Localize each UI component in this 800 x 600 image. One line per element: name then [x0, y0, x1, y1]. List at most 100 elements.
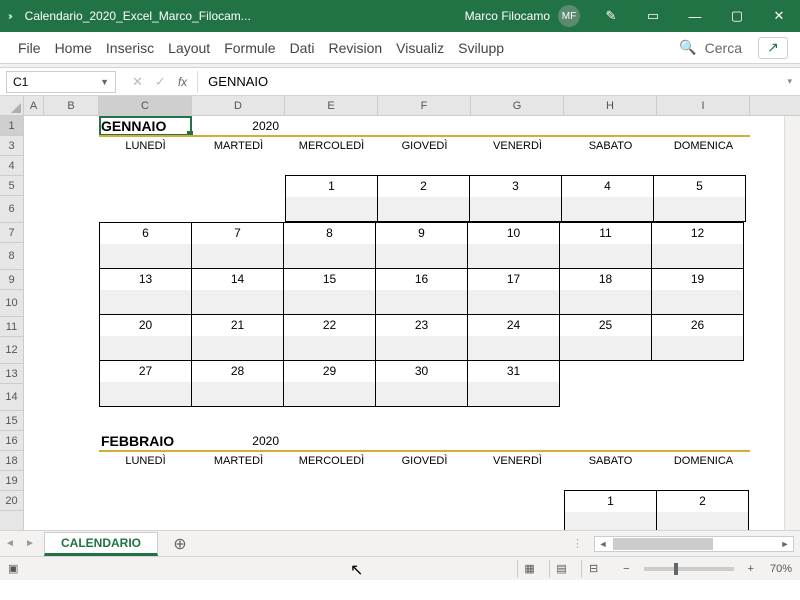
quick-access-overflow[interactable]: ››: [8, 11, 11, 22]
calendar-cell[interactable]: 19: [651, 268, 744, 315]
column-header[interactable]: A: [24, 96, 44, 115]
calendar-cell[interactable]: 4: [561, 175, 654, 222]
calendar-cell[interactable]: 20: [99, 314, 192, 361]
row-header[interactable]: 19: [0, 471, 23, 491]
ribbon-mode-icon[interactable]: ▭: [632, 0, 674, 32]
maximize-icon[interactable]: ▢: [716, 0, 758, 32]
pen-icon[interactable]: ✎: [590, 0, 632, 32]
calendar-cell[interactable]: 1: [564, 490, 657, 530]
tab-data[interactable]: Dati: [284, 40, 321, 56]
horizontal-scrollbar[interactable]: ◄ ►: [594, 536, 794, 552]
calendar-cell[interactable]: 22: [283, 314, 376, 361]
row-header[interactable]: 1: [0, 116, 23, 136]
calendar-cell[interactable]: 3: [469, 175, 562, 222]
scroll-left-icon[interactable]: ◄: [595, 539, 611, 549]
row-header[interactable]: 16: [0, 431, 23, 451]
expand-formula-icon[interactable]: ▾: [787, 76, 792, 87]
tab-layout[interactable]: Layout: [162, 40, 216, 56]
row-header[interactable]: 11: [0, 317, 23, 337]
sheet-nav-prev[interactable]: ◄: [0, 538, 20, 549]
row-header[interactable]: 15: [0, 411, 23, 431]
minimize-icon[interactable]: —: [674, 0, 716, 32]
scroll-right-icon[interactable]: ►: [777, 539, 793, 549]
search-box[interactable]: 🔍 Cerca: [679, 39, 742, 56]
row-header[interactable]: 6: [0, 196, 23, 223]
column-header[interactable]: C: [99, 96, 192, 115]
calendar-cell[interactable]: 10: [467, 222, 560, 269]
calendar-cell[interactable]: 8: [283, 222, 376, 269]
tab-home[interactable]: Home: [49, 40, 98, 56]
row-header[interactable]: 5: [0, 176, 23, 196]
select-all-corner[interactable]: [0, 96, 23, 116]
sheet-tab-splitter[interactable]: ⋮: [572, 537, 584, 550]
calendar-cell[interactable]: 1: [285, 175, 378, 222]
tab-view[interactable]: Visualiz: [390, 40, 450, 56]
row-header[interactable]: 3: [0, 136, 23, 156]
tab-file[interactable]: File: [12, 40, 47, 56]
calendar-cell[interactable]: 18: [559, 268, 652, 315]
calendar-cell[interactable]: 26: [651, 314, 744, 361]
row-header[interactable]: 14: [0, 384, 23, 411]
normal-view-icon[interactable]: ▦: [517, 560, 541, 578]
calendar-cell[interactable]: 2: [656, 490, 749, 530]
calendar-cell[interactable]: 15: [283, 268, 376, 315]
vertical-scrollbar[interactable]: [784, 116, 800, 530]
column-header[interactable]: I: [657, 96, 750, 115]
tab-developer[interactable]: Svilupp: [452, 40, 510, 56]
column-header[interactable]: G: [471, 96, 564, 115]
close-icon[interactable]: ✕: [758, 0, 800, 32]
zoom-out-button[interactable]: −: [623, 563, 629, 575]
calendar-cell[interactable]: 7: [191, 222, 284, 269]
calendar-cell[interactable]: 17: [467, 268, 560, 315]
formula-input[interactable]: GENNAIO ▾: [198, 74, 800, 89]
calendar-cell[interactable]: 31: [467, 360, 560, 407]
calendar-cell[interactable]: 24: [467, 314, 560, 361]
chevron-down-icon[interactable]: ▼: [100, 77, 109, 87]
zoom-level[interactable]: 70%: [770, 563, 792, 575]
accept-formula-icon[interactable]: ✓: [155, 74, 166, 90]
calendar-cell[interactable]: 6: [99, 222, 192, 269]
add-sheet-button[interactable]: ⊕: [168, 532, 192, 556]
page-layout-view-icon[interactable]: ▤: [549, 560, 573, 578]
page-break-view-icon[interactable]: ⊟: [581, 560, 605, 578]
calendar-cell[interactable]: 25: [559, 314, 652, 361]
sheet-tab[interactable]: CALENDARIO: [44, 532, 158, 556]
column-header[interactable]: F: [378, 96, 471, 115]
name-box[interactable]: C1 ▼: [6, 71, 116, 93]
calendar-cell[interactable]: 23: [375, 314, 468, 361]
zoom-slider[interactable]: [644, 567, 734, 571]
calendar-cell[interactable]: 16: [375, 268, 468, 315]
row-header[interactable]: 12: [0, 337, 23, 364]
column-header[interactable]: D: [192, 96, 285, 115]
calendar-cell[interactable]: 27: [99, 360, 192, 407]
calendar-cell[interactable]: 13: [99, 268, 192, 315]
zoom-in-button[interactable]: +: [748, 563, 754, 575]
calendar-cell[interactable]: 14: [191, 268, 284, 315]
calendar-cell[interactable]: 5: [653, 175, 746, 222]
tab-insert[interactable]: Inserisc: [100, 40, 160, 56]
row-header[interactable]: 13: [0, 364, 23, 384]
tab-formulas[interactable]: Formule: [218, 40, 281, 56]
cancel-formula-icon[interactable]: ✕: [132, 74, 143, 90]
avatar[interactable]: MF: [558, 5, 580, 27]
column-header[interactable]: H: [564, 96, 657, 115]
row-header[interactable]: 7: [0, 223, 23, 243]
row-header[interactable]: 18: [0, 451, 23, 471]
record-macro-icon[interactable]: ▣: [8, 562, 18, 575]
calendar-cell[interactable]: 11: [559, 222, 652, 269]
calendar-cell[interactable]: 2: [377, 175, 470, 222]
calendar-cell[interactable]: 28: [191, 360, 284, 407]
fx-icon[interactable]: fx: [178, 75, 187, 89]
row-header[interactable]: 10: [0, 290, 23, 317]
calendar-cell[interactable]: 29: [283, 360, 376, 407]
row-header[interactable]: 4: [0, 156, 23, 176]
calendar-cell[interactable]: 9: [375, 222, 468, 269]
calendar-cell[interactable]: 21: [191, 314, 284, 361]
sheet-nav-next[interactable]: ►: [20, 538, 40, 549]
row-header[interactable]: 8: [0, 243, 23, 270]
tab-review[interactable]: Revision: [322, 40, 388, 56]
column-header[interactable]: B: [44, 96, 99, 115]
scroll-thumb[interactable]: [613, 538, 713, 550]
calendar-cell[interactable]: 30: [375, 360, 468, 407]
calendar-cell[interactable]: 12: [651, 222, 744, 269]
